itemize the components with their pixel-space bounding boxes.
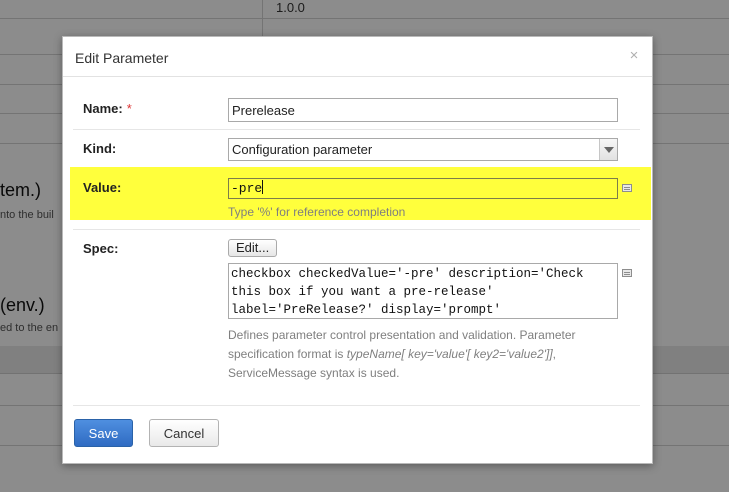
reference-picker-icon[interactable] <box>622 184 632 192</box>
kind-select-value: Configuration parameter <box>232 142 373 157</box>
cancel-button[interactable]: Cancel <box>149 419 219 447</box>
reference-picker-icon[interactable] <box>622 269 632 277</box>
spec-format: typeName[ key='value'[ key2='value2']] <box>346 347 553 361</box>
save-button[interactable]: Save <box>74 419 133 447</box>
value-input[interactable]: -pre <box>228 178 618 199</box>
value-input-text: -pre <box>231 181 263 196</box>
edit-parameter-dialog: Edit Parameter × Name:* Kind: Configurat… <box>62 36 653 464</box>
footer-separator <box>73 405 640 406</box>
close-icon[interactable]: × <box>628 48 640 64</box>
spec-hint: Defines parameter control presentation a… <box>228 328 576 380</box>
kind-label: Kind: <box>83 141 117 156</box>
kind-select[interactable]: Configuration parameter <box>228 138 618 161</box>
row-separator <box>73 229 640 230</box>
name-input[interactable] <box>228 98 618 122</box>
value-label: Value: <box>83 180 122 195</box>
row-separator <box>73 129 640 130</box>
spec-textarea[interactable]: checkbox checkedValue='-pre' description… <box>228 263 618 319</box>
title-separator <box>63 76 652 77</box>
dialog-title: Edit Parameter <box>75 50 169 66</box>
text-caret <box>262 180 264 194</box>
required-mark: * <box>126 101 132 116</box>
name-label: Name: * <box>83 101 132 116</box>
spec-label: Spec: <box>83 241 119 256</box>
chevron-down-icon[interactable] <box>599 139 617 160</box>
spec-edit-button[interactable]: Edit... <box>228 239 278 257</box>
value-hint: Type '%' for reference completion <box>228 205 406 219</box>
